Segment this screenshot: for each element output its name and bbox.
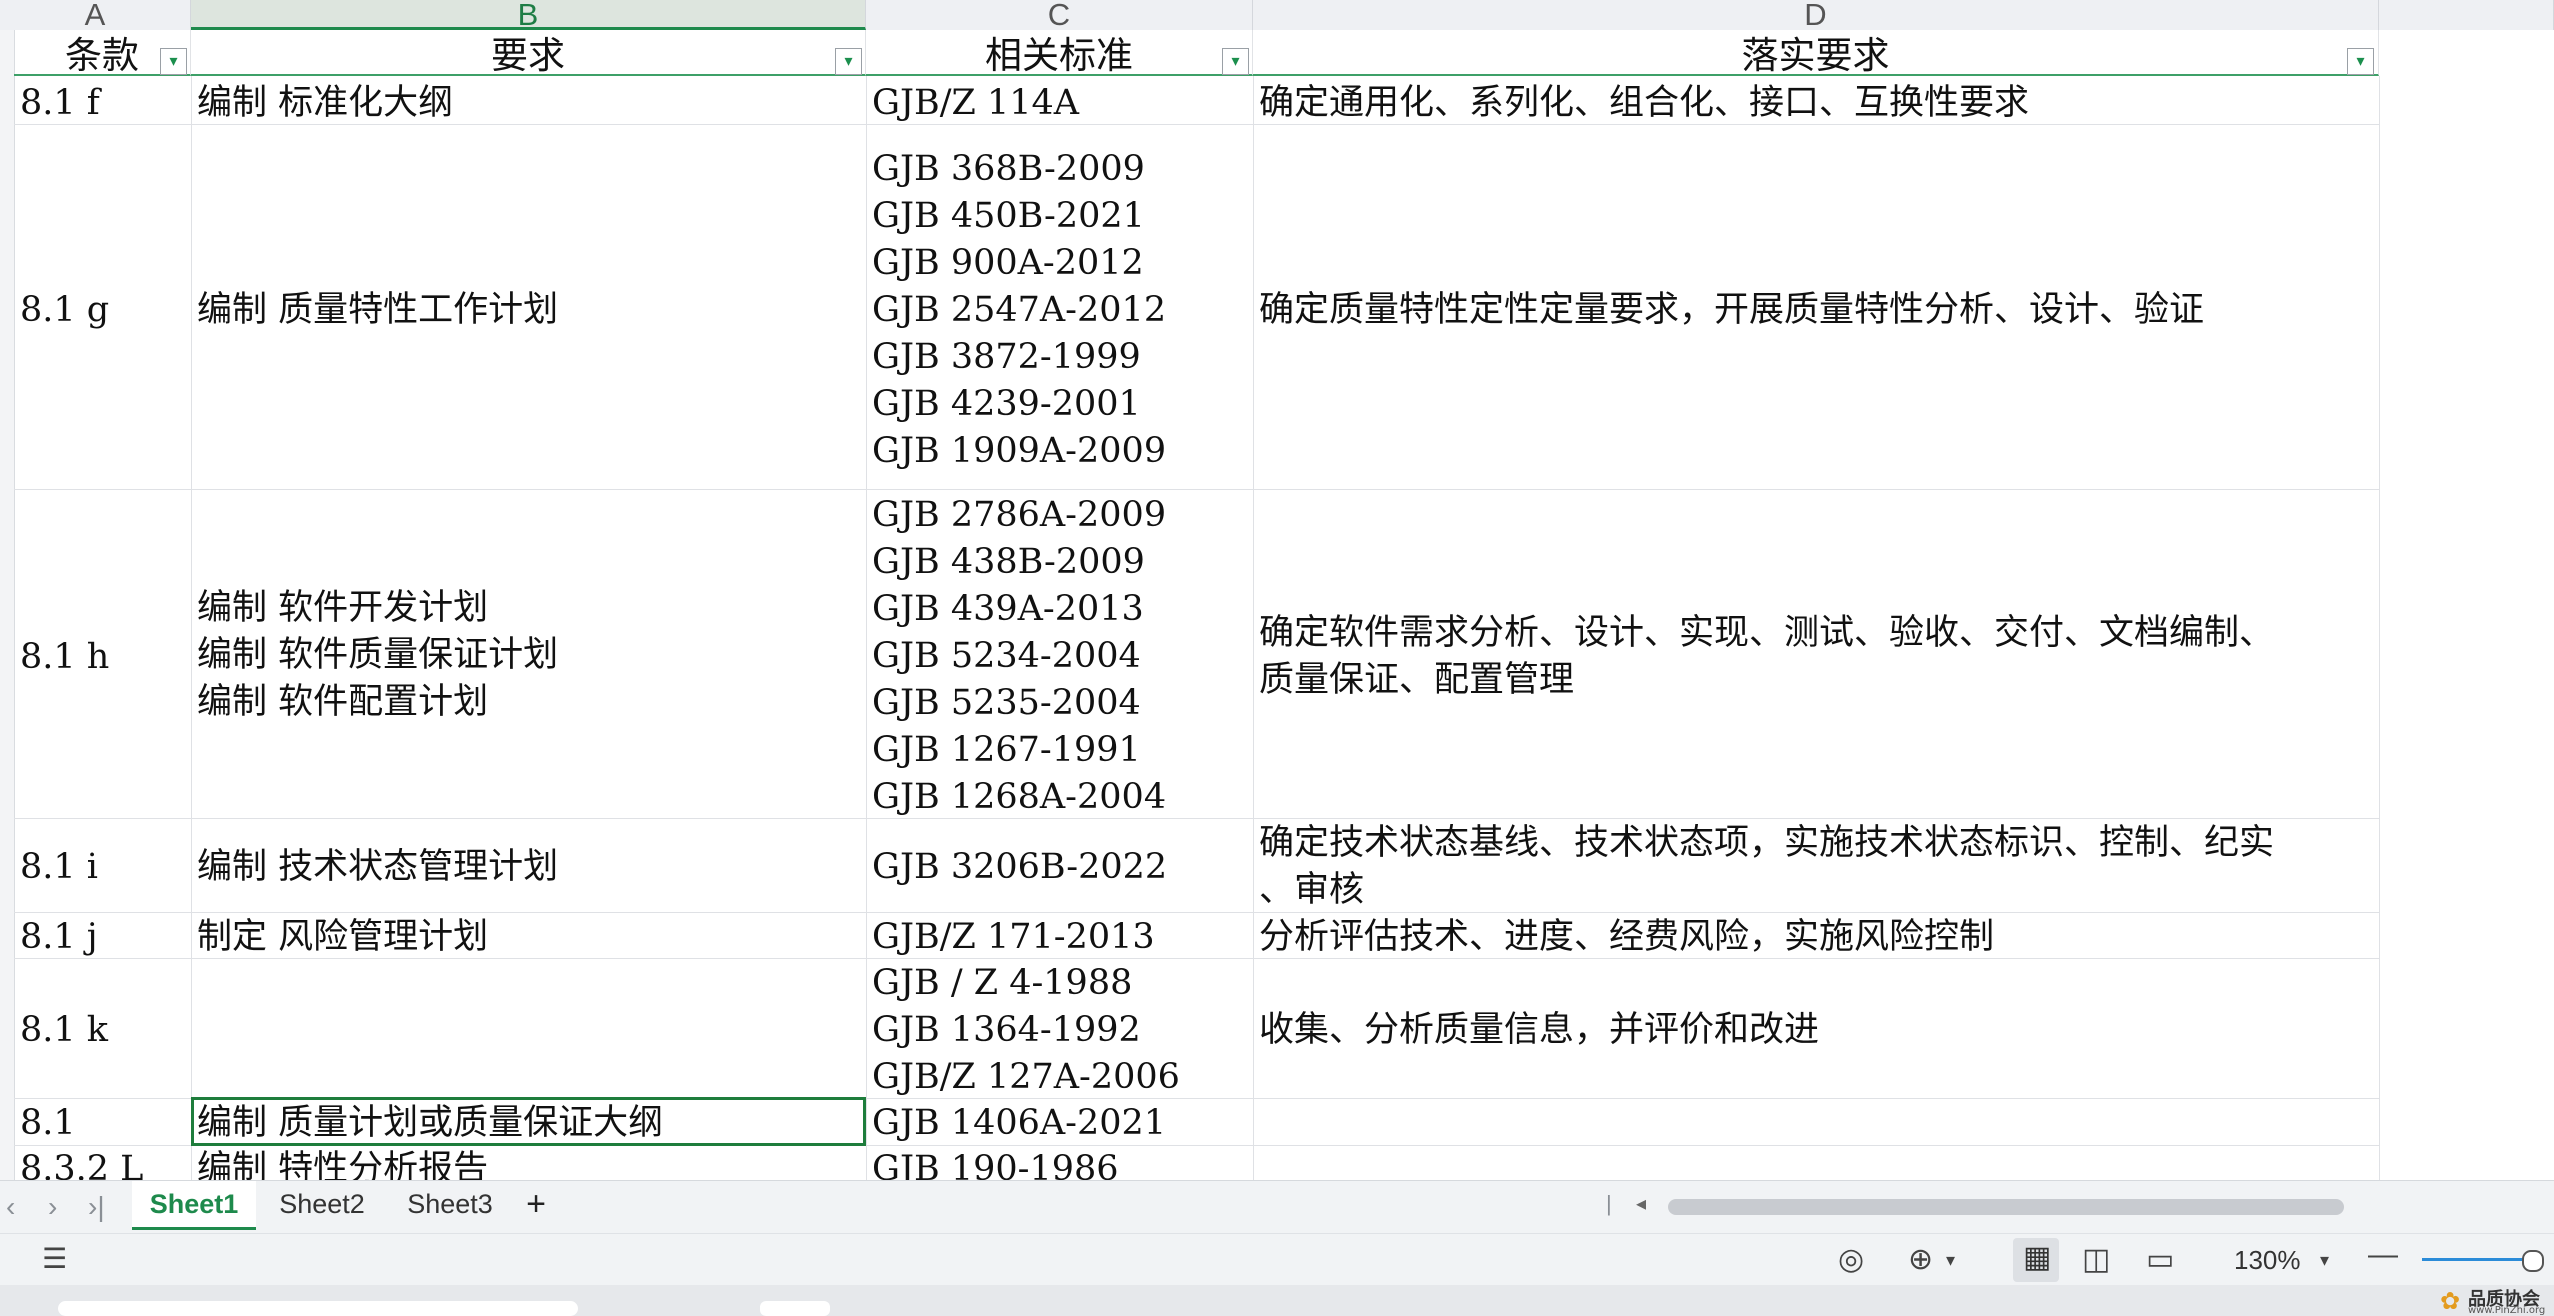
tab-sheet2[interactable]: Sheet2 <box>262 1181 382 1227</box>
grid-view-icon: ▦ <box>2023 1241 2052 1274</box>
cell-clause[interactable]: 8.1 g <box>14 287 109 334</box>
first-sheet-icon[interactable]: ‹ <box>6 1191 15 1223</box>
page-layout-icon[interactable]: ◫ <box>2082 1242 2110 1277</box>
watermark-url: www.PinZhi.org <box>2468 1305 2546 1316</box>
active-cell-selection[interactable] <box>191 1097 866 1146</box>
filter-dropdown-icon[interactable]: ▾ <box>835 48 862 75</box>
row-header-strip[interactable] <box>0 30 15 1180</box>
chevron-down-icon[interactable]: ▾ <box>1946 1250 1955 1271</box>
zoom-slider-handle[interactable] <box>2522 1250 2544 1272</box>
cell-clause[interactable]: 8.1 h <box>14 634 109 681</box>
cell-clause[interactable]: 8.1 f <box>14 80 100 127</box>
taskbar-strip: ✿ 品质协会 www.PinZhi.org <box>0 1285 2554 1316</box>
cell-implementation[interactable]: 确定软件需求分析、设计、实现、测试、验收、交付、文档编制、 质量保证、配置管理 <box>1253 610 2274 704</box>
cell-standards[interactable]: GJB 1406A-2021 <box>866 1100 1166 1147</box>
add-sheet-button[interactable]: + <box>516 1181 556 1227</box>
cell-clause[interactable]: 8.1 j <box>14 914 98 961</box>
page-break-icon[interactable]: ▭ <box>2146 1242 2174 1277</box>
taskbar-button[interactable] <box>760 1301 830 1316</box>
cell-standards[interactable]: GJB 3206B-2022 <box>866 844 1167 891</box>
row-divider <box>14 818 2379 819</box>
scroll-divider-icon: | <box>1606 1191 1612 1216</box>
cell-implementation[interactable]: 确定质量特性定性定量要求，开展质量特性分析、设计、验证 <box>1253 287 2204 334</box>
scroll-left-icon[interactable]: ◂ <box>1636 1191 1646 1216</box>
cell-implementation[interactable]: 确定技术状态基线、技术状态项，实施技术状态标识、控制、纪实 、审核 <box>1253 820 2274 914</box>
cell-requirement[interactable]: 制定 风险管理计划 <box>191 914 488 961</box>
eye-protection-icon[interactable]: ◎ <box>1838 1242 1864 1277</box>
cell-standards[interactable]: GJB 2786A-2009 GJB 438B-2009 GJB 439A-20… <box>866 492 1166 821</box>
cell-standards[interactable]: GJB/Z 114A <box>866 80 1079 127</box>
column-header-b[interactable]: B <box>191 0 866 30</box>
cell-clause[interactable]: 8.1 <box>14 1100 76 1147</box>
horizontal-scrollbar[interactable] <box>1668 1199 2344 1215</box>
cell-standards[interactable]: GJB/Z 171-2013 <box>866 914 1155 961</box>
header-requirement-label: 要求 <box>491 34 565 77</box>
zoom-level[interactable]: 130% <box>2234 1245 2301 1276</box>
column-header-c[interactable]: C <box>866 0 1253 30</box>
tab-sheet1[interactable]: Sheet1 <box>132 1181 256 1230</box>
header-standards[interactable]: 相关标准 <box>866 30 1253 77</box>
status-bar: ☰ ◎ ⊕ ▾ ▦ ◫ ▭ 130% ▾ — <box>0 1233 2554 1286</box>
taskbar-button[interactable] <box>58 1301 578 1316</box>
zoom-dropdown-icon[interactable]: ▾ <box>2320 1250 2329 1271</box>
page-outline-icon[interactable]: ☰ <box>42 1242 67 1275</box>
cell-requirement[interactable]: 编制 标准化大纲 <box>191 80 453 127</box>
header-implementation-label: 落实要求 <box>1741 34 1890 77</box>
cell-standards[interactable]: GJB / Z 4-1988 GJB 1364-1992 GJB/Z 127A-… <box>866 960 1180 1101</box>
cell-implementation[interactable]: 收集、分析质量信息，并评价和改进 <box>1253 1007 1819 1054</box>
last-sheet-icon[interactable]: ›| <box>88 1191 105 1223</box>
column-header-a[interactable]: A <box>0 0 191 30</box>
cell-implementation[interactable]: 确定通用化、系列化、组合化、接口、互换性要求 <box>1253 80 2029 127</box>
cell-standards[interactable]: GJB 368B-2009 GJB 450B-2021 GJB 900A-201… <box>866 146 1166 475</box>
filter-dropdown-icon[interactable]: ▾ <box>1222 48 1249 75</box>
cell-requirement[interactable]: 编制 技术状态管理计划 <box>191 844 558 891</box>
sheet-tab-bar: ‹ › ›| Sheet1 Sheet2 Sheet3 + | ◂ <box>0 1180 2554 1234</box>
header-implementation[interactable]: 落实要求 <box>1253 30 2379 77</box>
normal-view-button[interactable]: ▦ <box>2013 1238 2059 1282</box>
header-standards-label: 相关标准 <box>985 34 1133 77</box>
cell-clause[interactable]: 8.1 k <box>14 1007 108 1054</box>
header-clause-label: 条款 <box>65 34 139 77</box>
cell-requirement[interactable]: 编制 质量特性工作计划 <box>191 287 558 334</box>
next-sheet-icon[interactable]: › <box>48 1191 57 1223</box>
column-divider <box>2379 76 2380 1180</box>
cell-clause[interactable]: 8.1 i <box>14 844 98 891</box>
tab-sheet3[interactable]: Sheet3 <box>390 1181 510 1227</box>
cell-requirement[interactable]: 编制 软件开发计划 编制 软件质量保证计划 编制 软件配置计划 <box>191 585 558 726</box>
freeze-pane-icon[interactable]: ⊕ <box>1908 1242 1933 1277</box>
filter-dropdown-icon[interactable]: ▾ <box>2347 48 2374 75</box>
zoom-out-icon[interactable]: — <box>2368 1238 2398 1272</box>
row-divider <box>14 489 2379 490</box>
filter-dropdown-icon[interactable]: ▾ <box>160 48 187 75</box>
column-header-e[interactable] <box>2379 0 2554 30</box>
header-requirement[interactable]: 要求 <box>191 30 866 77</box>
cell-implementation[interactable]: 分析评估技术、进度、经费风险，实施风险控制 <box>1253 914 1994 961</box>
column-header-d[interactable]: D <box>1253 0 2379 30</box>
logo-icon: ✿ <box>2440 1287 2461 1315</box>
zoom-slider[interactable] <box>2422 1258 2532 1261</box>
